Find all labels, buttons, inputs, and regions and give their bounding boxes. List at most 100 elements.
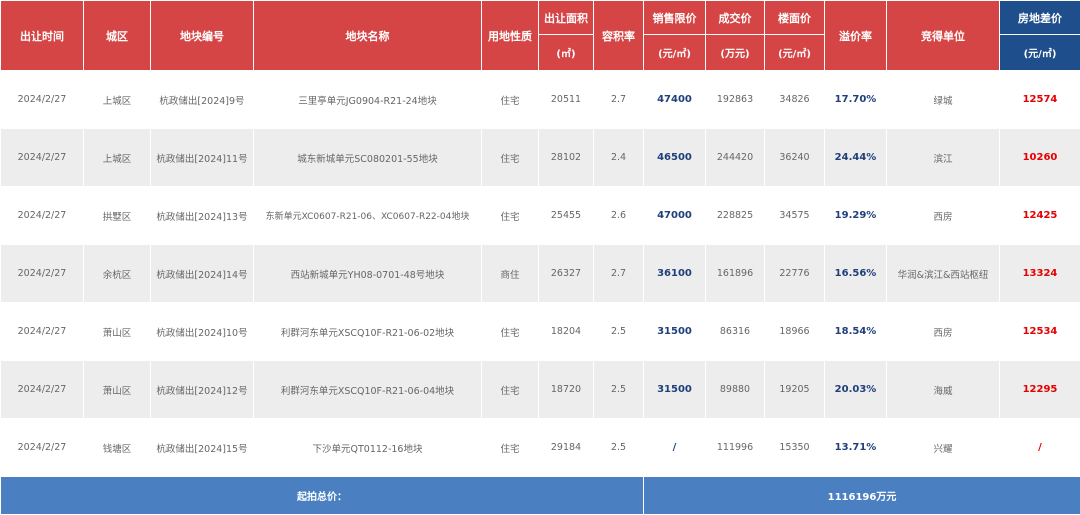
cell-plot-name: 利群河东单元XSCQ10F-R21-06-04地块 xyxy=(254,361,482,419)
cell-far: 2.5 xyxy=(594,361,644,419)
cell-plot-name: 三里亭单元JG0904-R21-24地块 xyxy=(254,71,482,129)
header-deal-price: 成交价 xyxy=(706,1,765,35)
table-row: 2024/2/27 上城区 杭政储出[2024]11号 城东新城单元SC0802… xyxy=(1,129,1080,187)
cell-limit-price: 31500 xyxy=(644,303,706,361)
cell-winner: 绿城 xyxy=(887,71,1000,129)
cell-date: 2024/2/27 xyxy=(1,129,84,187)
cell-date: 2024/2/27 xyxy=(1,245,84,303)
cell-deal-price: 228825 xyxy=(706,187,765,245)
cell-plot-number: 杭政储出[2024]10号 xyxy=(151,303,254,361)
header-diff-unit: (元/㎡) xyxy=(1000,35,1080,71)
cell-plot-number: 杭政储出[2024]15号 xyxy=(151,419,254,477)
header-winner: 竞得单位 xyxy=(887,1,1000,71)
cell-diff: 12425 xyxy=(1000,187,1080,245)
table-body: 2024/2/27 上城区 杭政储出[2024]9号 三里亭单元JG0904-R… xyxy=(1,71,1080,477)
cell-deal-price: 89880 xyxy=(706,361,765,419)
cell-plot-name: 西站新城单元YH08-0701-48号地块 xyxy=(254,245,482,303)
table-row: 2024/2/27 余杭区 杭政储出[2024]14号 西站新城单元YH08-0… xyxy=(1,245,1080,303)
table-footer: 起拍总价： 1116196万元 xyxy=(1,477,1080,515)
cell-far: 2.6 xyxy=(594,187,644,245)
cell-floor-price: 36240 xyxy=(765,129,825,187)
cell-floor-price: 34575 xyxy=(765,187,825,245)
cell-far: 2.7 xyxy=(594,245,644,303)
header-floor-price-unit: (元/㎡) xyxy=(765,35,825,71)
cell-premium: 18.54% xyxy=(825,303,887,361)
table-row: 2024/2/27 萧山区 杭政储出[2024]12号 利群河东单元XSCQ10… xyxy=(1,361,1080,419)
cell-area: 18720 xyxy=(539,361,594,419)
header-area: 出让面积 xyxy=(539,1,594,35)
header-district: 城区 xyxy=(84,1,151,71)
cell-deal-price: 244420 xyxy=(706,129,765,187)
header-plot-name: 地块名称 xyxy=(254,1,482,71)
cell-district: 萧山区 xyxy=(84,303,151,361)
cell-date: 2024/2/27 xyxy=(1,303,84,361)
cell-plot-number: 杭政储出[2024]9号 xyxy=(151,71,254,129)
table-header: 出让时间 城区 地块编号 地块名称 用地性质 出让面积 容积率 销售限价 成交价… xyxy=(1,1,1080,71)
cell-deal-price: 161896 xyxy=(706,245,765,303)
cell-deal-price: 111996 xyxy=(706,419,765,477)
cell-diff: / xyxy=(1000,419,1080,477)
cell-limit-price: 36100 xyxy=(644,245,706,303)
cell-plot-number: 杭政储出[2024]14号 xyxy=(151,245,254,303)
header-premium: 溢价率 xyxy=(825,1,887,71)
cell-plot-number: 杭政储出[2024]12号 xyxy=(151,361,254,419)
cell-diff: 12574 xyxy=(1000,71,1080,129)
cell-land-use: 住宅 xyxy=(482,419,539,477)
cell-premium: 20.03% xyxy=(825,361,887,419)
header-far: 容积率 xyxy=(594,1,644,71)
cell-diff: 10260 xyxy=(1000,129,1080,187)
header-date: 出让时间 xyxy=(1,1,84,71)
cell-floor-price: 22776 xyxy=(765,245,825,303)
cell-premium: 19.29% xyxy=(825,187,887,245)
cell-limit-price: 47000 xyxy=(644,187,706,245)
cell-winner: 海威 xyxy=(887,361,1000,419)
cell-area: 25455 xyxy=(539,187,594,245)
cell-deal-price: 86316 xyxy=(706,303,765,361)
cell-far: 2.4 xyxy=(594,129,644,187)
cell-district: 钱塘区 xyxy=(84,419,151,477)
cell-diff: 12534 xyxy=(1000,303,1080,361)
header-diff: 房地差价 xyxy=(1000,1,1080,35)
cell-district: 萧山区 xyxy=(84,361,151,419)
cell-premium: 24.44% xyxy=(825,129,887,187)
cell-plot-number: 杭政储出[2024]11号 xyxy=(151,129,254,187)
cell-date: 2024/2/27 xyxy=(1,71,84,129)
cell-area: 20511 xyxy=(539,71,594,129)
cell-area: 26327 xyxy=(539,245,594,303)
cell-district: 上城区 xyxy=(84,129,151,187)
cell-floor-price: 34826 xyxy=(765,71,825,129)
cell-winner: 西房 xyxy=(887,303,1000,361)
cell-land-use: 住宅 xyxy=(482,303,539,361)
cell-limit-price: / xyxy=(644,419,706,477)
cell-winner: 西房 xyxy=(887,187,1000,245)
cell-date: 2024/2/27 xyxy=(1,361,84,419)
cell-premium: 16.56% xyxy=(825,245,887,303)
cell-plot-name: 下沙单元QT0112-16地块 xyxy=(254,419,482,477)
cell-plot-number: 杭政储出[2024]13号 xyxy=(151,187,254,245)
cell-limit-price: 47400 xyxy=(644,71,706,129)
cell-floor-price: 15350 xyxy=(765,419,825,477)
cell-land-use: 住宅 xyxy=(482,129,539,187)
cell-date: 2024/2/27 xyxy=(1,187,84,245)
cell-winner: 华润&滨江&西站枢纽 xyxy=(887,245,1000,303)
cell-land-use: 住宅 xyxy=(482,71,539,129)
cell-date: 2024/2/27 xyxy=(1,419,84,477)
cell-winner: 兴耀 xyxy=(887,419,1000,477)
header-deal-price-unit: (万元) xyxy=(706,35,765,71)
header-area-unit: (㎡) xyxy=(539,35,594,71)
cell-land-use: 住宅 xyxy=(482,361,539,419)
cell-far: 2.5 xyxy=(594,303,644,361)
header-limit-price: 销售限价 xyxy=(644,1,706,35)
header-land-use: 用地性质 xyxy=(482,1,539,71)
cell-plot-name: 城东新城单元SC080201-55地块 xyxy=(254,129,482,187)
cell-area: 28102 xyxy=(539,129,594,187)
cell-limit-price: 31500 xyxy=(644,361,706,419)
table-row: 2024/2/27 拱墅区 杭政储出[2024]13号 东新单元XC0607-R… xyxy=(1,187,1080,245)
cell-plot-name: 利群河东单元XSCQ10F-R21-06-02地块 xyxy=(254,303,482,361)
cell-premium: 13.71% xyxy=(825,419,887,477)
cell-diff: 13324 xyxy=(1000,245,1080,303)
cell-far: 2.7 xyxy=(594,71,644,129)
header-floor-price: 楼面价 xyxy=(765,1,825,35)
cell-area: 18204 xyxy=(539,303,594,361)
header-plot-number: 地块编号 xyxy=(151,1,254,71)
